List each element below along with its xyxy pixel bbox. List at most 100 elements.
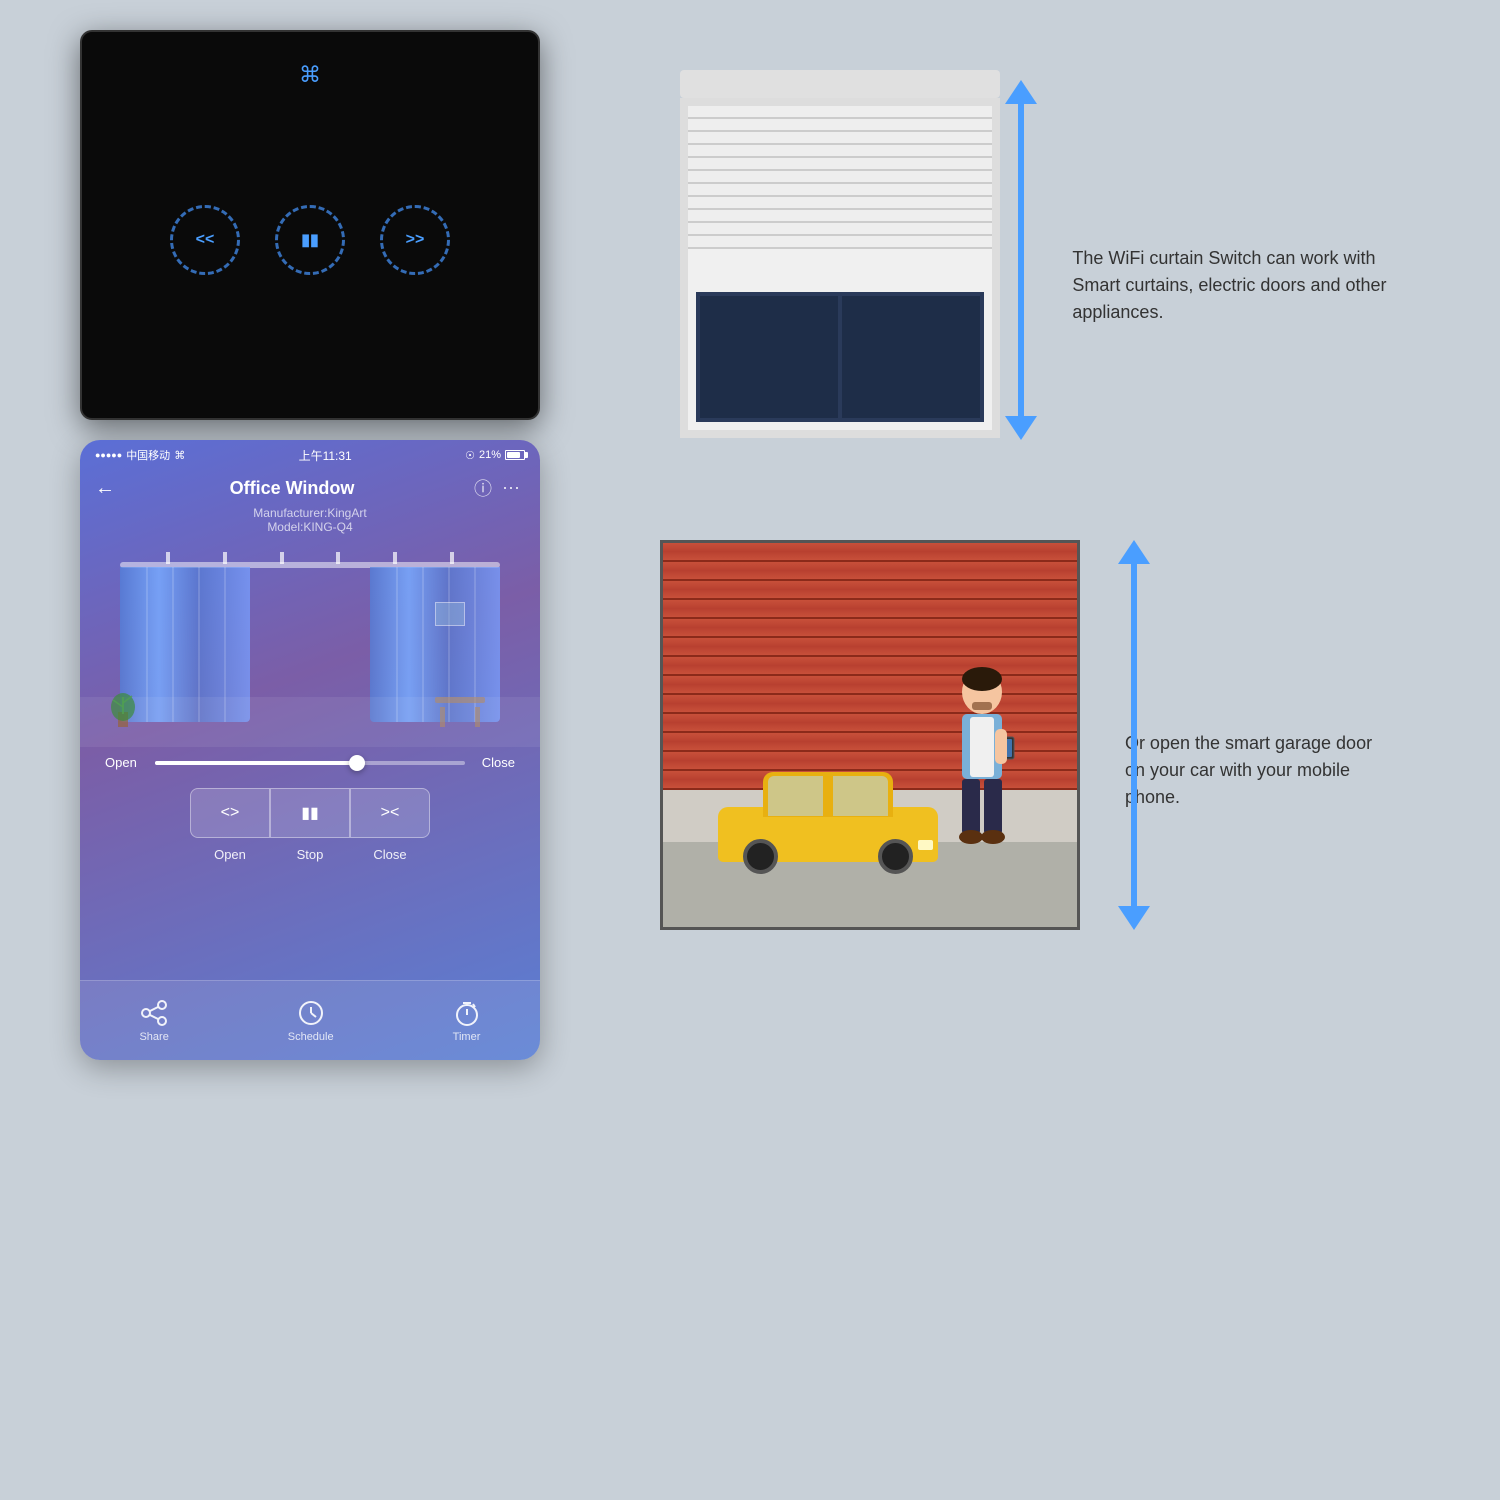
curtain-hooks [140, 552, 480, 564]
status-bar-left: ●●●●● 中国移动 ⌘ [95, 447, 185, 463]
garage-arrow-down-head [1118, 906, 1150, 930]
open-button-icon: <> [221, 804, 240, 822]
close-label: Close [475, 755, 515, 770]
nav-timer[interactable]: Timer [453, 999, 481, 1043]
slider-fill [155, 761, 357, 765]
window-pane-left [700, 296, 838, 418]
app-header: ← Office Window ⓘ ⋯ [80, 470, 540, 506]
slat [688, 236, 992, 249]
garage-caption-container: Or open the smart garage door on your ca… [1125, 680, 1390, 811]
dot-ring-close [380, 205, 450, 275]
picture-frame [435, 602, 465, 626]
bottom-nav: Share Schedule Timer [80, 980, 540, 1060]
arrow-up-head [1005, 80, 1037, 104]
slat [688, 132, 992, 145]
open-button[interactable]: <> [190, 788, 270, 838]
car [718, 772, 938, 862]
nav-share[interactable]: Share [139, 999, 168, 1043]
open-btn-label: Open [190, 843, 270, 862]
car-wheel-left [743, 839, 778, 874]
stop-button[interactable]: ▮▮ [270, 788, 350, 838]
shutter-container [650, 50, 1042, 470]
schedule-label: Schedule [288, 1031, 334, 1043]
nav-schedule[interactable]: Schedule [288, 999, 334, 1043]
table-leg [440, 707, 445, 727]
garage-slat [663, 600, 1077, 619]
slider-track[interactable] [155, 761, 465, 765]
switch-open-button[interactable]: << [168, 203, 243, 278]
stop-button-icon: ▮▮ [301, 803, 319, 823]
manufacturer-line: Manufacturer:KingArt Model:KING-Q4 [80, 506, 540, 537]
slat [688, 106, 992, 119]
shutter-section: The WiFi curtain Switch can work with Sm… [590, 30, 1450, 490]
garage-slat [663, 543, 1077, 562]
dot-ring-stop [275, 205, 345, 275]
garage-slat [663, 619, 1077, 638]
switch-panel: ⌘ << ▮▮ >> [80, 30, 540, 420]
garage-section: Or open the smart garage door on your ca… [590, 520, 1450, 970]
curtain-area [80, 537, 540, 747]
status-bar: ●●●●● 中国移动 ⌘ 上午11:31 ☉ 21% [80, 440, 540, 470]
switch-stop-button[interactable]: ▮▮ [273, 203, 348, 278]
slat [688, 197, 992, 210]
slider-thumb[interactable] [349, 755, 365, 771]
switch-close-button[interactable]: >> [378, 203, 453, 278]
model-label: Model:KING-Q4 [80, 520, 540, 534]
ctrl-btn-labels: Open Stop Close [80, 843, 540, 862]
stop-btn-label: Stop [270, 843, 350, 862]
left-column: ⌘ << ▮▮ >> ●●●●● 中国移动 [80, 30, 550, 1060]
garage-slat [663, 638, 1077, 657]
slat [688, 171, 992, 184]
location-icon: ☉ [465, 449, 475, 462]
share-label: Share [139, 1031, 168, 1043]
shutter-top-box [680, 70, 1000, 98]
info-icon[interactable]: ⓘ [469, 475, 497, 501]
hook [280, 552, 284, 564]
manufacturer-label: Manufacturer:KingArt [80, 506, 540, 520]
hook [166, 552, 170, 564]
arrow-line [1018, 104, 1024, 416]
car-rear-window [833, 776, 888, 816]
more-icon[interactable]: ⋯ [497, 478, 525, 499]
slider-section: Open Close [80, 747, 540, 778]
battery-percent: 21% [479, 449, 501, 461]
garage-caption: Or open the smart garage door on your ca… [1125, 710, 1390, 811]
slat [688, 145, 992, 158]
battery-icon [505, 450, 525, 460]
close-button[interactable]: >< [350, 788, 430, 838]
shutter-frame [680, 98, 1000, 438]
hook [450, 552, 454, 564]
switch-buttons-row: << ▮▮ >> [168, 203, 453, 278]
app-title: Office Window [115, 478, 469, 499]
back-button[interactable]: ← [95, 477, 115, 500]
shutter-caption-container: The WiFi curtain Switch can work with Sm… [1072, 195, 1390, 326]
close-button-icon: >< [381, 804, 400, 822]
plant-icon [108, 672, 138, 727]
shutter-arrows [1005, 80, 1037, 440]
carrier-label: 中国移动 [126, 447, 170, 463]
garage-frame [660, 540, 1080, 930]
table-top [435, 697, 485, 703]
right-column: The WiFi curtain Switch can work with Sm… [590, 30, 1450, 970]
garage-arrow-line [1131, 564, 1137, 906]
picture-art [436, 603, 464, 625]
garage-container [650, 530, 1095, 960]
car-headlight [918, 840, 933, 850]
share-icon [140, 999, 168, 1027]
timer-label: Timer [453, 1031, 481, 1043]
hook [223, 552, 227, 564]
timer-icon [453, 999, 481, 1027]
battery-fill [507, 452, 520, 458]
hook [336, 552, 340, 564]
dot-ring-open [170, 205, 240, 275]
wifi-icon-app: ⌘ [174, 449, 185, 462]
open-label: Open [105, 755, 145, 770]
slat [688, 119, 992, 132]
person [937, 667, 1027, 867]
time-label: 上午11:31 [299, 447, 352, 464]
status-bar-right: ☉ 21% [465, 449, 525, 462]
window-panes [696, 292, 984, 422]
slat [688, 210, 992, 223]
close-btn-label: Close [350, 843, 430, 862]
garage-arrows [1118, 540, 1150, 930]
